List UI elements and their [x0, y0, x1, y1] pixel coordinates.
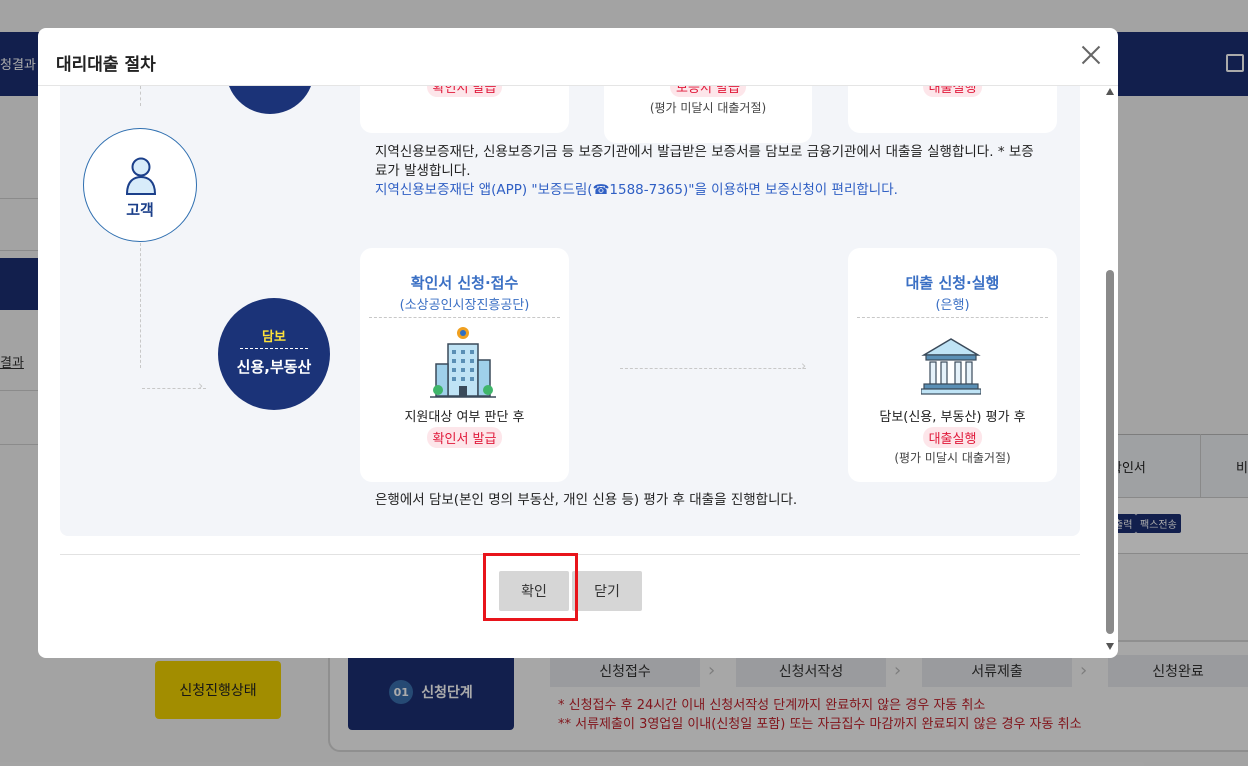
chevron-right-icon: ›	[198, 379, 204, 394]
loan-exec-tag: 대출실행	[922, 427, 983, 448]
highlight-box	[483, 553, 578, 621]
scroll-thumb[interactable]	[1106, 270, 1114, 634]
card-subtitle: (소상공인시장진흥공단)	[399, 298, 530, 313]
card-guarantee-partial: 보증서 발급 (평가 미달시 대출거절)	[604, 86, 812, 143]
confirm-issue-tag: 확인서 발급	[426, 86, 503, 97]
customer-circle: 고객	[83, 128, 197, 242]
connector-line	[620, 368, 806, 369]
bank-description: 은행에서 담보(본인 명의 부동산, 개인 신용 등) 평가 후 대출을 진행합…	[375, 492, 798, 508]
scroll-down-arrow-icon[interactable]	[1106, 643, 1114, 650]
building-icon	[430, 327, 496, 398]
card-description: 지원대상 여부 판단 후	[404, 410, 525, 425]
collateral-label-bottom: 신용,부동산	[236, 358, 312, 376]
connector-line	[142, 388, 206, 389]
card-divider	[857, 317, 1048, 318]
collateral-circle-partial	[226, 86, 314, 114]
guarantee-description: 지역신용보증재단, 신용보증기금 등 보증기관에서 발급받은 보증서를 담보로 …	[375, 143, 1034, 200]
loan-procedure-modal: 대리대출 절차 확인서 발급 보증서 발급 (평가 미달시 대출거절) 대출실행…	[38, 28, 1118, 658]
bank-icon	[921, 338, 981, 395]
close-icon[interactable]	[1078, 42, 1104, 68]
guarantee-text-line: 료가 발생합니다.	[375, 163, 471, 179]
confirm-issue-tag: 확인서 발급	[426, 427, 503, 448]
procedure-content: 확인서 발급 보증서 발급 (평가 미달시 대출거절) 대출실행 지역신용보증재…	[60, 86, 1080, 536]
collateral-divider	[240, 348, 308, 349]
collateral-label-top: 담보	[262, 330, 286, 345]
card-title: 대출 신청·실행	[905, 274, 1000, 292]
guarantee-app-text: 지역신용보증재단 앱(APP) "보증드림(☎1588-7365)"을 이용하면…	[375, 182, 898, 198]
card-note: (평가 미달시 대출거절)	[894, 451, 1011, 465]
card-confirm-partial: 확인서 발급	[360, 86, 569, 133]
guarantee-note: (평가 미달시 대출거절)	[649, 101, 767, 115]
scroll-up-arrow-icon[interactable]	[1106, 88, 1114, 95]
connector-line	[140, 86, 141, 106]
close-button[interactable]: 닫기	[572, 571, 642, 611]
card-divider	[369, 317, 560, 318]
card-loan-application: 대출 신청·실행 (은행) 담보(신용, 부동산) 평가 후 대출실행 (평가 …	[848, 248, 1057, 482]
card-loan-partial: 대출실행	[848, 86, 1057, 133]
chevron-right-icon: ›	[801, 359, 807, 374]
guarantee-issue-tag: 보증서 발급	[670, 86, 746, 97]
person-icon	[125, 157, 157, 195]
card-confirm-application: 확인서 신청·접수 (소상공인시장진흥공단) 지원대상 여부 판단 후 확인서 …	[360, 248, 569, 482]
connector-line	[140, 243, 141, 368]
card-description: 담보(신용, 부동산) 평가 후	[879, 410, 1026, 425]
card-title: 확인서 신청·접수	[410, 274, 519, 292]
customer-label: 고객	[126, 201, 154, 219]
loan-exec-tag: 대출실행	[922, 86, 983, 97]
collateral-circle: 담보 신용,부동산	[218, 298, 330, 410]
vertical-scrollbar[interactable]	[1102, 86, 1118, 652]
modal-title: 대리대출 절차	[56, 55, 156, 75]
guarantee-text-line: 지역신용보증재단, 신용보증기금 등 보증기관에서 발급받은 보증서를 담보로 …	[375, 144, 1034, 160]
card-subtitle: (은행)	[935, 298, 970, 313]
